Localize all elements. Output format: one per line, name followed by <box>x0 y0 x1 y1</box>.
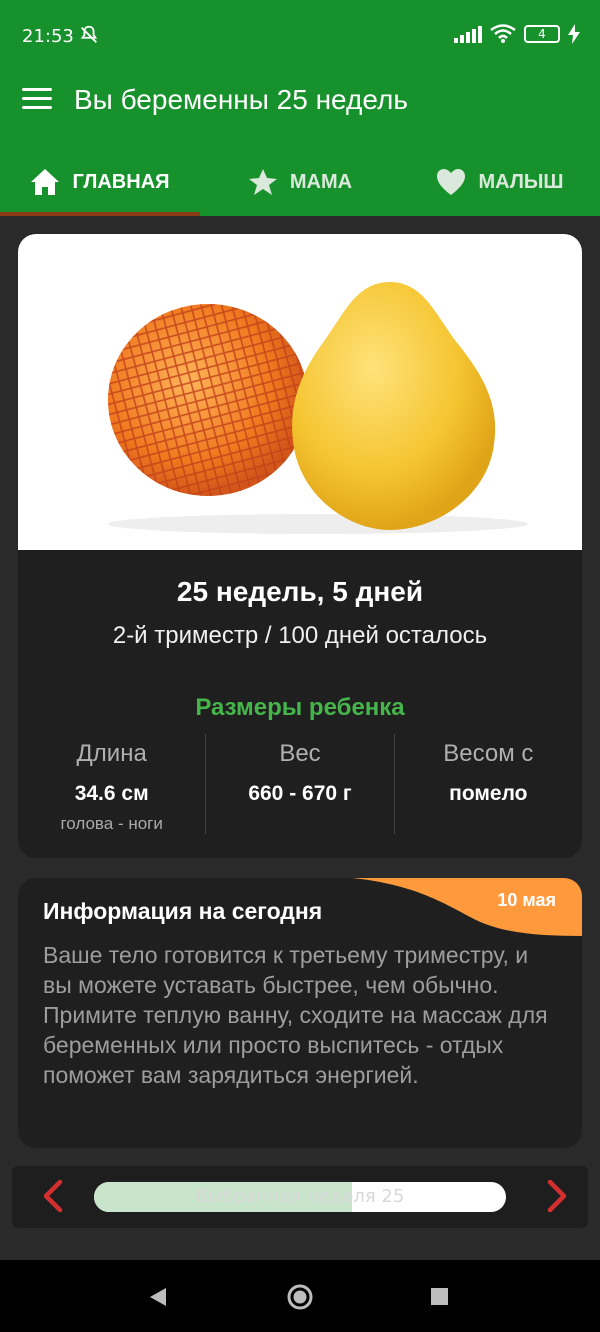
stat-length-label: Длина <box>76 740 147 767</box>
home-button-icon[interactable] <box>287 1284 313 1310</box>
star-icon <box>248 169 277 195</box>
status-time: 21:53 <box>22 26 74 47</box>
stat-weight: Вес 660 - 670 г <box>205 734 393 834</box>
info-text: Ваше тело готовится к третьему триместру… <box>43 942 548 1088</box>
stat-length-sub: голова - ноги <box>60 814 163 833</box>
stat-compare-value: помело <box>449 782 528 805</box>
baby-sizes-title: Размеры ребенка <box>195 694 405 721</box>
week-title: 25 недель, 5 дней <box>176 576 424 607</box>
tab-bar: ГЛАВНАЯ МАМА МАЛЫШ <box>0 148 600 216</box>
week-summary-card: 25 недель, 5 дней 2-й триместр / 100 дне… <box>18 234 582 858</box>
system-nav-bar <box>0 1260 600 1332</box>
tab-baby[interactable]: МАЛЫШ <box>400 148 600 216</box>
wifi-icon <box>490 24 516 43</box>
heart-icon <box>437 169 466 195</box>
charging-icon <box>568 24 580 44</box>
battery-icon: 4 <box>524 25 560 43</box>
baby-stats: Длина 34.6 см голова - ноги Вес 660 - 67… <box>18 734 582 834</box>
week-selector: Выбранная неделя 25 <box>12 1166 588 1228</box>
previous-week-arrow-icon[interactable] <box>34 1176 74 1216</box>
trimester-text: 2-й триместр / 100 дней осталось <box>112 622 488 649</box>
signal-icon <box>454 25 482 43</box>
stat-compare: Весом с помело <box>393 734 582 834</box>
tab-main-label: ГЛАВНАЯ <box>72 170 170 193</box>
recent-apps-icon[interactable] <box>431 1288 448 1305</box>
week-progress-bar[interactable]: Выбранная неделя 25 <box>94 1182 506 1212</box>
week-progress-label: Выбранная неделя 25 <box>195 1186 405 1207</box>
stat-length-value: 34.6 см <box>74 782 149 805</box>
main-content: 25 недель, 5 дней 2-й триместр / 100 дне… <box>0 216 600 1260</box>
stat-length: Длина 34.6 см голова - ноги <box>18 734 205 834</box>
stat-weight-value: 660 - 670 г <box>248 782 352 805</box>
tab-mother[interactable]: МАМА <box>200 148 400 216</box>
dnd-off-icon <box>80 25 98 43</box>
pomelo-image <box>108 282 528 534</box>
info-title: Информация на сегодня <box>43 898 323 924</box>
back-icon[interactable] <box>148 1287 168 1307</box>
status-icons: 4 <box>454 24 580 44</box>
tab-mother-label: МАМА <box>289 170 353 193</box>
fruit-image <box>18 234 582 550</box>
status-bar: 21:53 4 <box>0 0 600 58</box>
tab-main[interactable]: ГЛАВНАЯ <box>0 148 200 216</box>
stat-compare-label: Весом с <box>443 740 534 767</box>
home-icon <box>31 169 60 195</box>
tab-baby-label: МАЛЫШ <box>478 170 564 193</box>
stat-weight-label: Вес <box>279 740 321 767</box>
info-date: 10 мая <box>497 890 556 910</box>
menu-icon[interactable] <box>22 88 52 112</box>
app-bar: Вы беременны 25 недель <box>0 58 600 148</box>
daily-info-card: 10 мая Информация на сегодня Ваше тело г… <box>18 878 582 1148</box>
next-week-arrow-icon[interactable] <box>536 1176 576 1216</box>
app-title: Вы беременны 25 недель <box>74 84 408 115</box>
